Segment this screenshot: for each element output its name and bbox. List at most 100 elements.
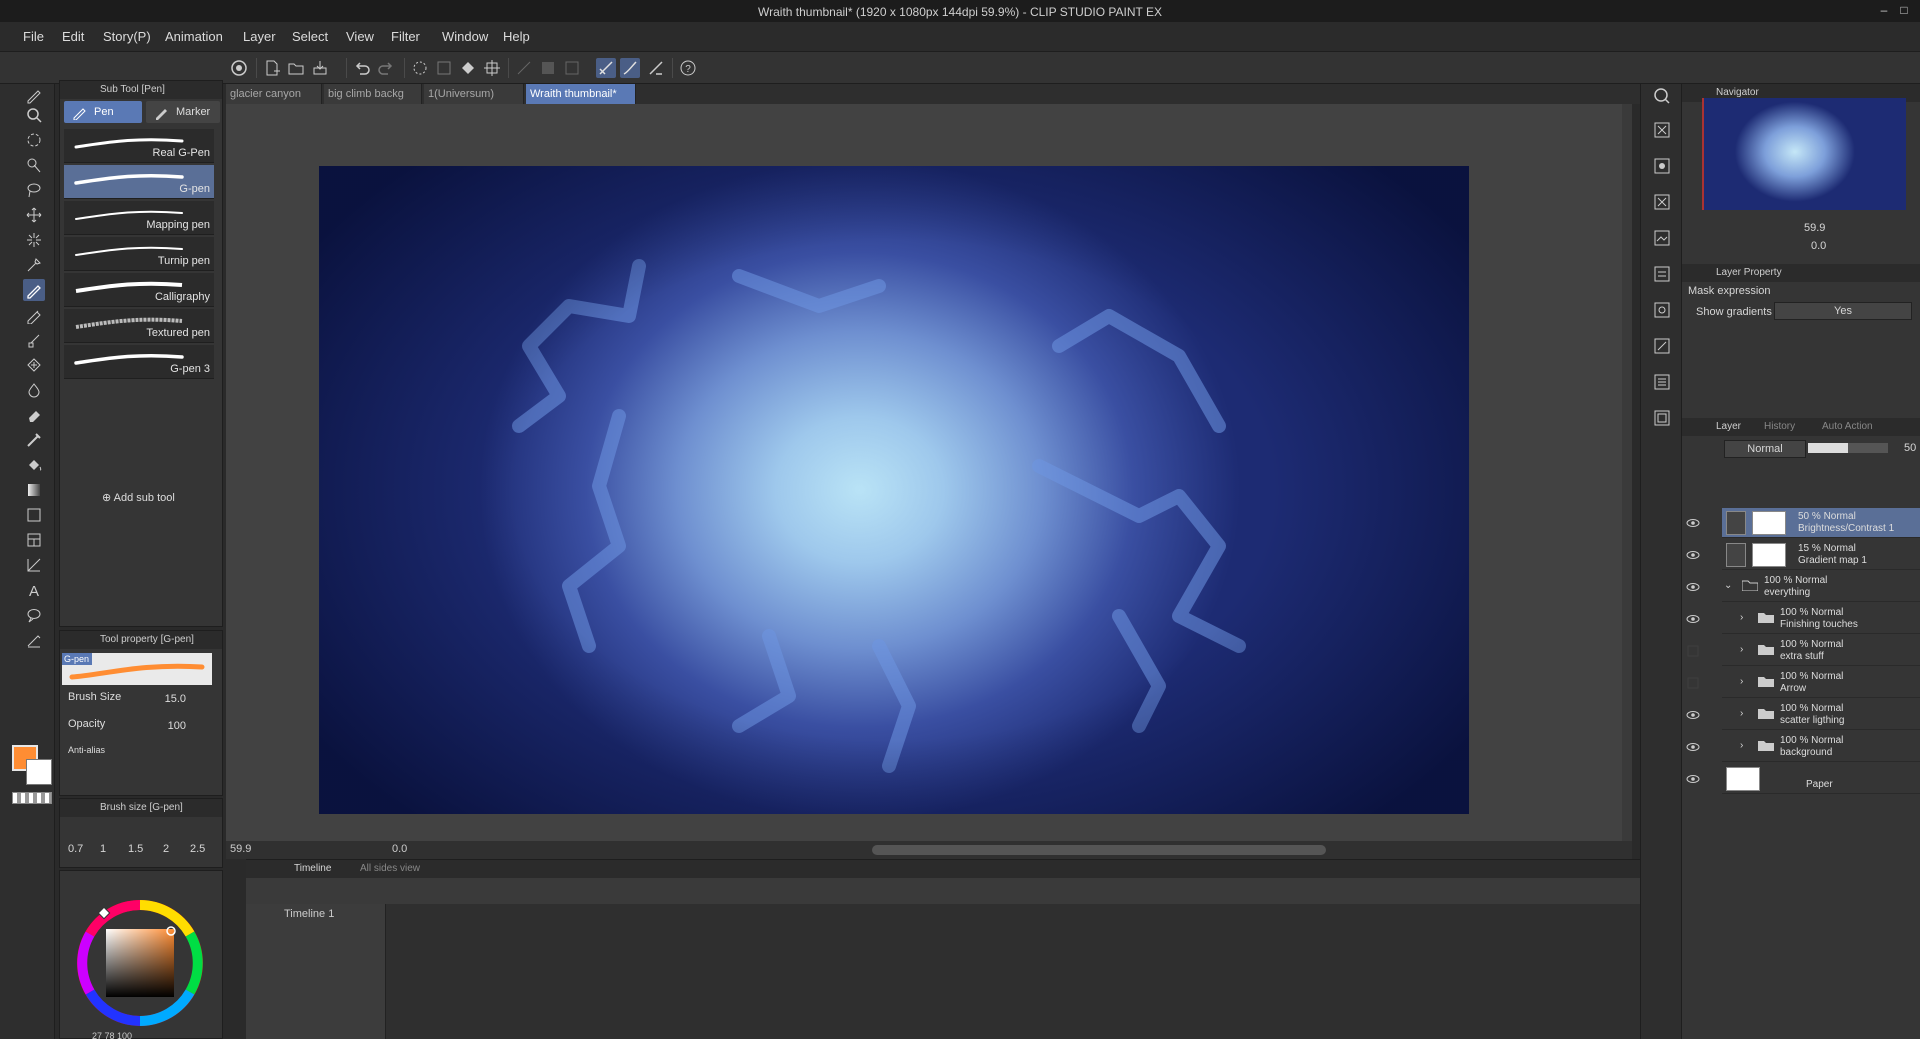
material-icon[interactable] xyxy=(1650,298,1674,322)
material-icon[interactable] xyxy=(1650,334,1674,358)
layer-row[interactable]: › 100 % Normal Finishing touches xyxy=(1686,604,1920,634)
decoration-icon[interactable] xyxy=(23,354,45,376)
redo-icon[interactable] xyxy=(376,58,396,78)
text-icon[interactable]: A xyxy=(23,579,45,601)
pen-icon[interactable] xyxy=(23,279,45,301)
brush-size-preset[interactable]: 1.5 xyxy=(128,843,143,855)
zoom-icon[interactable] xyxy=(23,104,45,126)
layer-row[interactable]: ⌄ 100 % Normal everything xyxy=(1686,572,1920,602)
menu-view[interactable]: View xyxy=(339,22,381,52)
layer-row[interactable]: › 100 % Normal extra stuff xyxy=(1687,636,1920,666)
gradient-icon[interactable] xyxy=(23,479,45,501)
horizontal-scrollbar[interactable] xyxy=(872,845,1326,855)
brush-size-preset[interactable]: 2 xyxy=(163,843,169,855)
eraser-icon[interactable] xyxy=(23,404,45,426)
clear-icon[interactable] xyxy=(410,58,430,78)
menu-help[interactable]: Help xyxy=(496,22,537,52)
chevron-right-icon[interactable]: › xyxy=(1740,612,1743,623)
fill-bucket-icon[interactable] xyxy=(23,454,45,476)
auto-select-icon[interactable] xyxy=(23,229,45,251)
brush-size-preset[interactable]: 2.5 xyxy=(190,843,205,855)
menu-window[interactable]: Window xyxy=(435,22,495,52)
material-icon[interactable] xyxy=(1650,190,1674,214)
transform-icon[interactable] xyxy=(482,58,502,78)
new-file-icon[interactable] xyxy=(262,58,282,78)
tab-history[interactable]: History xyxy=(1764,418,1795,436)
layer-row[interactable]: › 100 % Normal background xyxy=(1686,732,1920,762)
brush-item[interactable]: Real G-Pen xyxy=(64,129,214,163)
eye-icon[interactable] xyxy=(1686,612,1700,626)
balloon-icon[interactable] xyxy=(23,604,45,626)
eye-icon[interactable] xyxy=(1686,740,1700,754)
layer-row[interactable]: › 100 % Normal Arrow xyxy=(1687,668,1920,698)
lasso-icon[interactable] xyxy=(23,179,45,201)
brush-size-preset[interactable]: 1 xyxy=(100,843,106,855)
minimize-button[interactable]: – xyxy=(1876,2,1892,18)
tab-document-active[interactable]: Wraith thumbnail* xyxy=(526,84,636,104)
frame-border-icon[interactable] xyxy=(23,529,45,551)
navigator-preview[interactable] xyxy=(1702,98,1906,210)
zoom-value[interactable]: 59.9 xyxy=(230,843,251,855)
timeline-tab[interactable]: Timeline xyxy=(294,860,331,878)
tab-auto-action[interactable]: Auto Action xyxy=(1822,418,1873,436)
line-correction-icon[interactable] xyxy=(23,629,45,651)
opacity-value[interactable]: 100 xyxy=(168,720,186,732)
clip-studio-icon[interactable] xyxy=(229,58,249,78)
menu-select[interactable]: Select xyxy=(285,22,335,52)
maximize-button[interactable]: □ xyxy=(1896,2,1912,18)
eye-icon[interactable] xyxy=(1686,548,1700,562)
chevron-right-icon[interactable]: › xyxy=(1740,676,1743,687)
eyedropper-icon[interactable] xyxy=(23,254,45,276)
eye-hidden-icon[interactable] xyxy=(1686,676,1700,690)
menu-layer[interactable]: Layer xyxy=(236,22,283,52)
open-file-icon[interactable] xyxy=(286,58,306,78)
tab-marker[interactable]: Marker xyxy=(146,101,220,123)
tab-layer[interactable]: Layer xyxy=(1716,418,1741,436)
layer-row[interactable]: 15 % Normal Gradient map 1 xyxy=(1686,540,1920,570)
undo-icon[interactable] xyxy=(352,58,372,78)
brush-item[interactable]: Mapping pen xyxy=(64,201,214,235)
brush-item-selected[interactable]: G-pen xyxy=(64,165,214,199)
move-layer-icon[interactable] xyxy=(23,204,45,226)
layer-opacity-value[interactable]: 50 xyxy=(1904,442,1916,454)
brush-size-row[interactable]: Brush Size 15.0 xyxy=(68,691,192,715)
brush-icon[interactable] xyxy=(23,329,45,351)
menu-filter[interactable]: Filter xyxy=(384,22,427,52)
tab-document[interactable]: big climb backg xyxy=(324,84,422,104)
vertical-scrollbar[interactable] xyxy=(1622,104,1632,841)
layer-row[interactable]: 50 % Normal Brightness/Contrast 1 xyxy=(1686,508,1920,538)
operation-icon[interactable] xyxy=(23,154,45,176)
erase-outside-icon[interactable] xyxy=(434,58,454,78)
chevron-down-icon[interactable]: ⌄ xyxy=(1724,580,1732,591)
artwork-canvas[interactable] xyxy=(319,166,1469,814)
sub-color-swatch[interactable] xyxy=(26,759,52,785)
tab-document[interactable]: 1(Universum) xyxy=(424,84,524,104)
brush-item[interactable]: G-pen 3 xyxy=(64,345,214,379)
eye-icon[interactable] xyxy=(1686,708,1700,722)
layer-row[interactable]: Paper xyxy=(1686,764,1920,794)
snap-to-special-ruler-icon[interactable] xyxy=(620,58,640,78)
rotation-value[interactable]: 0.0 xyxy=(392,843,407,855)
snap-icon[interactable] xyxy=(538,58,558,78)
menu-story[interactable]: Story(P) xyxy=(96,22,158,52)
material-icon[interactable] xyxy=(1650,154,1674,178)
brush-size-preset[interactable]: 0.7 xyxy=(68,843,83,855)
hide-selection-icon[interactable] xyxy=(514,58,534,78)
eye-icon[interactable] xyxy=(1686,516,1700,530)
snap-to-grid-icon[interactable] xyxy=(646,58,666,78)
figure-icon[interactable] xyxy=(23,504,45,526)
correct-line-icon[interactable] xyxy=(23,429,45,451)
transparent-color-swatch[interactable] xyxy=(12,792,52,804)
pencil-icon[interactable] xyxy=(23,304,45,326)
help-icon[interactable]: ? xyxy=(678,58,698,78)
blend-icon[interactable] xyxy=(23,379,45,401)
color-wheel[interactable] xyxy=(74,897,206,1029)
snap2-icon[interactable] xyxy=(562,58,582,78)
ruler-icon[interactable] xyxy=(23,554,45,576)
eye-icon[interactable] xyxy=(1686,580,1700,594)
snap-to-ruler-icon[interactable] xyxy=(596,58,616,78)
eye-hidden-icon[interactable] xyxy=(1686,644,1700,658)
timeline-name[interactable]: Timeline 1 xyxy=(284,908,334,920)
navigator-zoom[interactable]: 59.9 xyxy=(1804,222,1825,234)
all-sides-view-tab[interactable]: All sides view xyxy=(360,860,420,878)
